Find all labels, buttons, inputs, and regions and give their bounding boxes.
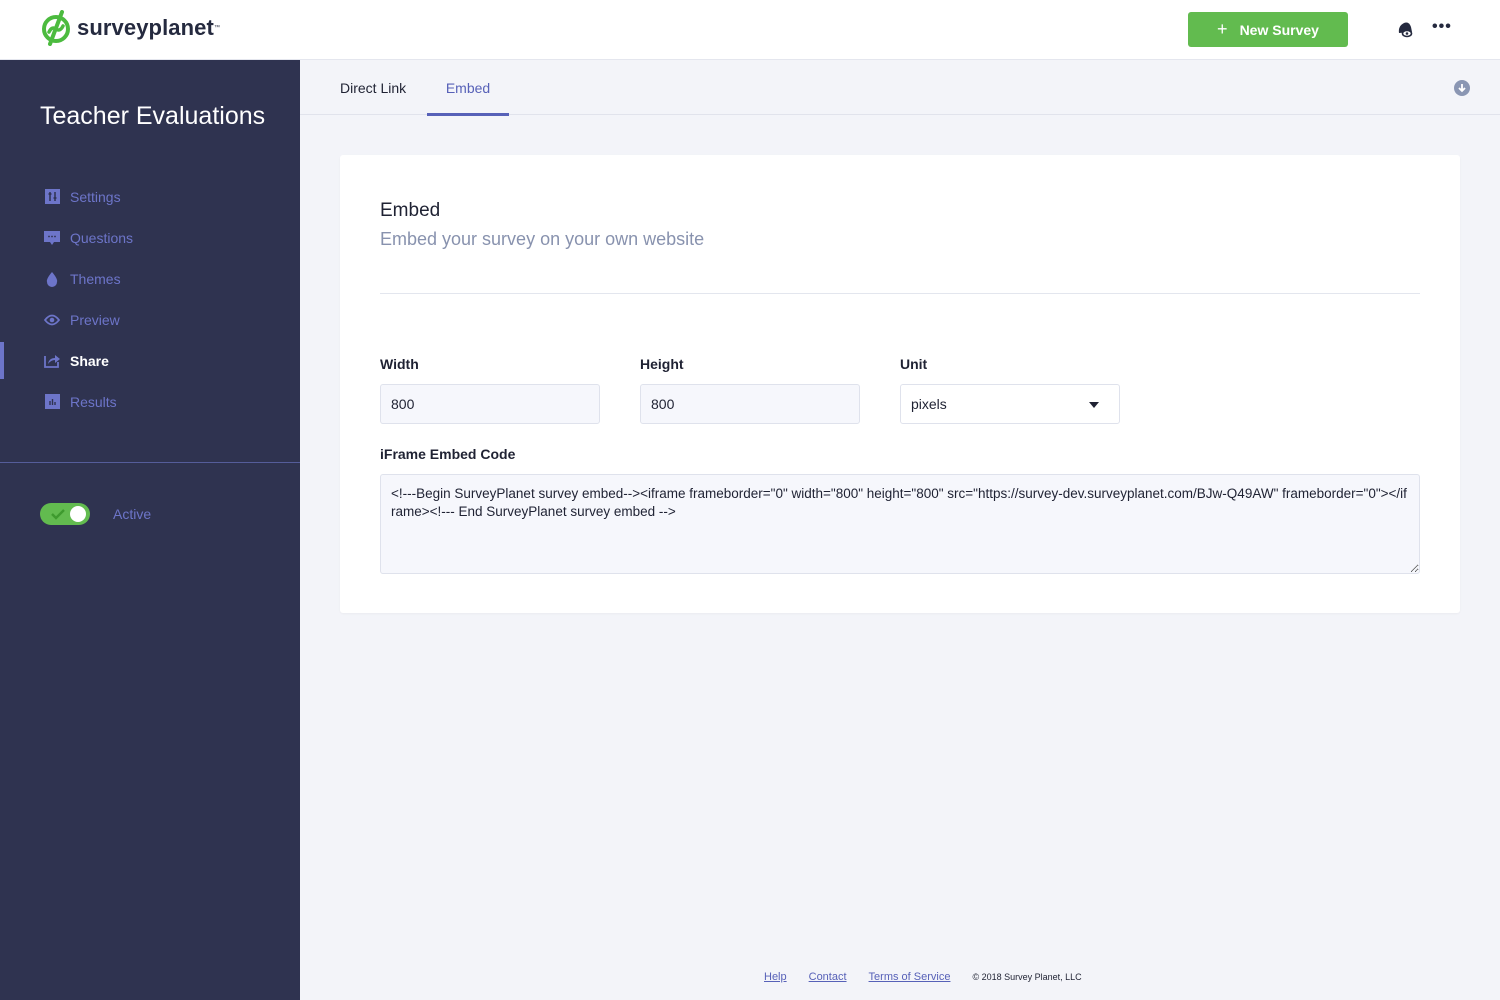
footer: Help Contact Terms of Service © 2018 Sur…	[764, 971, 1082, 983]
sidebar-item-settings[interactable]: Settings	[0, 176, 300, 217]
footer-link-terms[interactable]: Terms of Service	[869, 971, 951, 983]
eye-icon	[44, 312, 60, 328]
surveyplanet-logo-icon	[42, 10, 70, 46]
sidebar-item-themes[interactable]: Themes	[0, 258, 300, 299]
active-label: Active	[113, 506, 152, 522]
new-survey-button[interactable]: + New Survey	[1188, 12, 1348, 47]
sidebar-item-label: Settings	[70, 188, 121, 205]
sidebar-item-preview[interactable]: Preview	[0, 299, 300, 340]
card-title: Embed	[380, 200, 441, 221]
trademark: ™	[213, 25, 220, 31]
sidebar-divider	[0, 462, 300, 463]
droplet-icon	[44, 271, 60, 287]
sidebar-item-label: Preview	[70, 311, 120, 328]
width-label: Width	[380, 356, 419, 372]
sidebar-item-label: Results	[70, 393, 117, 410]
card-divider	[380, 293, 1420, 294]
unit-select[interactable]: pixels	[900, 384, 1120, 424]
sidebar-item-label: Themes	[70, 270, 121, 287]
sidebar: Teacher Evaluations Settings Questions T…	[0, 60, 300, 1000]
sidebar-item-label: Questions	[70, 229, 134, 246]
unit-label: Unit	[900, 356, 928, 372]
comment-icon	[44, 230, 60, 246]
survey-title: Teacher Evaluations	[40, 102, 266, 130]
check-icon	[51, 509, 65, 520]
caret-down-icon	[1089, 402, 1099, 408]
download-icon[interactable]	[1454, 80, 1470, 96]
sidebar-item-label: Share	[70, 352, 109, 369]
sliders-icon	[44, 189, 60, 205]
more-horizontal-icon[interactable]: •••	[1432, 18, 1452, 36]
sidebar-nav: Settings Questions Themes Preview Share	[0, 176, 300, 422]
height-input[interactable]	[640, 384, 860, 424]
tab-embed[interactable]: Embed	[427, 60, 509, 116]
share-tabs: Direct Link Embed	[300, 60, 1500, 116]
card-subtitle: Embed your survey on your own website	[380, 229, 705, 249]
sidebar-item-share[interactable]: Share	[0, 340, 300, 381]
bell-icon[interactable]	[1396, 20, 1414, 38]
footer-link-help[interactable]: Help	[764, 971, 787, 983]
footer-link-contact[interactable]: Contact	[809, 971, 847, 983]
embed-code-label: iFrame Embed Code	[380, 446, 516, 462]
sidebar-item-questions[interactable]: Questions	[0, 217, 300, 258]
new-survey-label: New Survey	[1239, 21, 1319, 38]
bar-chart-icon	[44, 394, 60, 410]
status-toggle-row: Active	[40, 503, 151, 525]
width-input[interactable]	[380, 384, 600, 424]
toggle-knob	[70, 506, 86, 522]
sidebar-item-results[interactable]: Results	[0, 381, 300, 422]
embed-code-textarea[interactable]: <!---Begin SurveyPlanet survey embed--><…	[380, 474, 1420, 574]
copyright: © 2018 Survey Planet, LLC	[972, 972, 1082, 982]
plus-icon: +	[1217, 19, 1228, 39]
embed-card: Embed Embed your survey on your own webs…	[340, 155, 1460, 613]
tab-direct-link[interactable]: Direct Link	[340, 60, 406, 115]
top-bar: surveyplanet ™ + New Survey •••	[0, 0, 1500, 60]
unit-select-value: pixels	[911, 396, 947, 412]
brand-name: surveyplanet	[77, 15, 214, 40]
active-toggle[interactable]	[40, 503, 90, 525]
height-label: Height	[640, 356, 684, 372]
share-icon	[44, 353, 60, 369]
logo[interactable]: surveyplanet ™	[40, 10, 220, 46]
